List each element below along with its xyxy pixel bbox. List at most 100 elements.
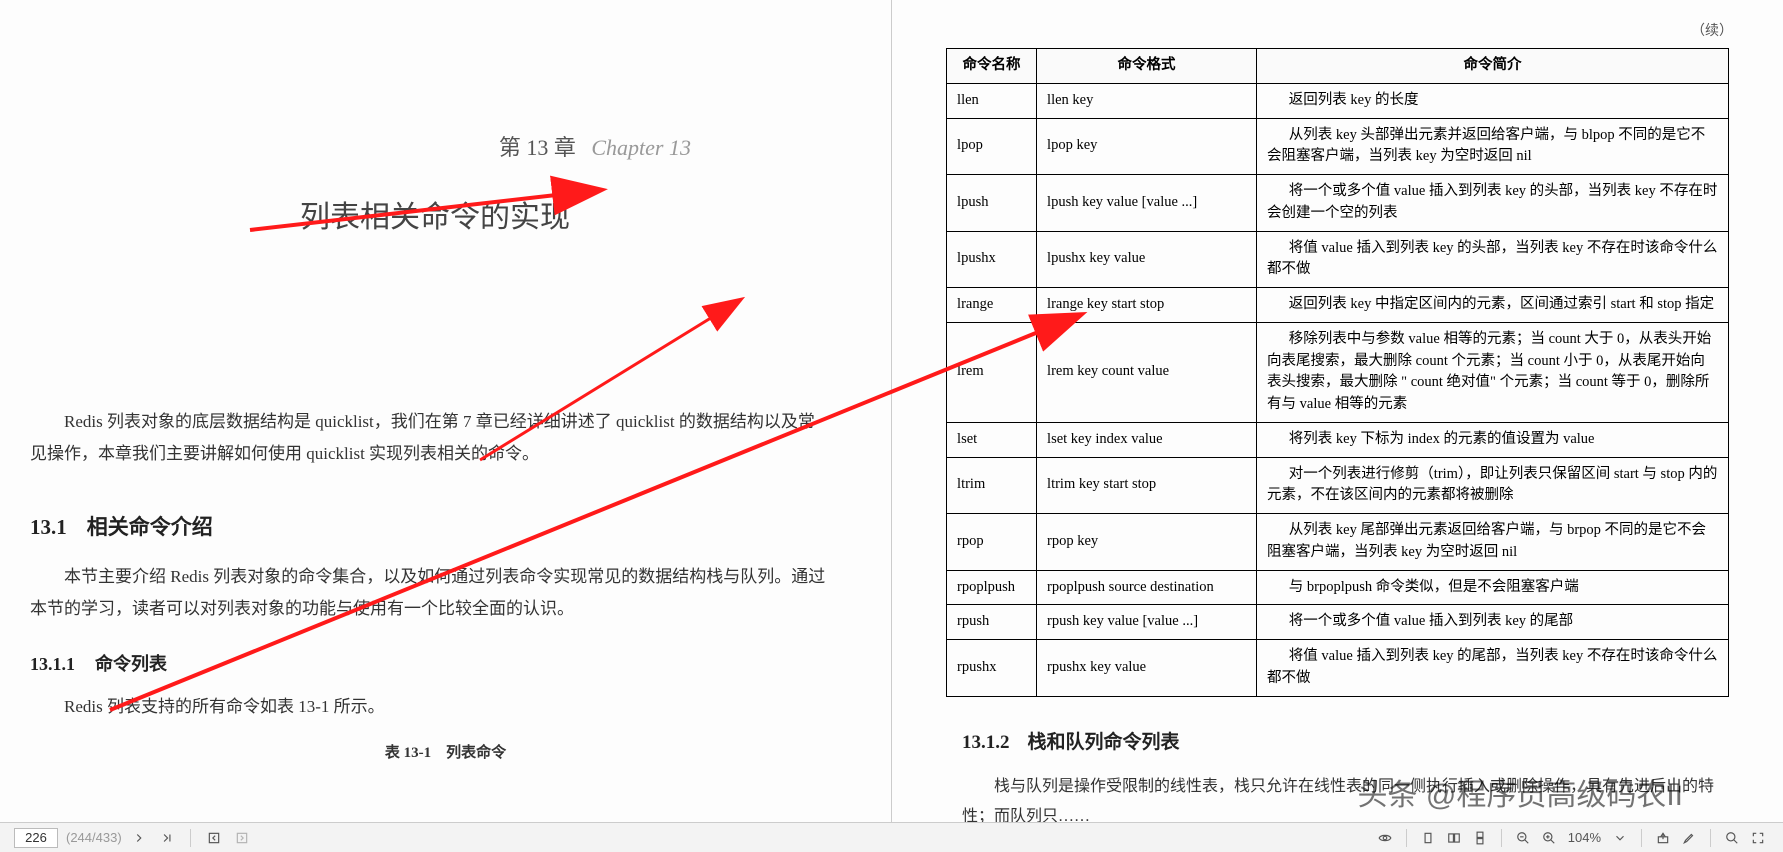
cell-format: lset key index value [1037,422,1257,457]
view-mode-button[interactable] [1374,827,1396,849]
highlight-button[interactable] [1678,827,1700,849]
chapter-header: 第 13 章 Chapter 13 列表相关命令的实现 [20,130,871,236]
subsection-title: 命令列表 [95,654,167,674]
fullscreen-button[interactable] [1747,827,1769,849]
search-button[interactable] [1721,827,1743,849]
cell-name: lrange [947,288,1037,323]
zoom-in-button[interactable] [1538,827,1560,849]
cell-desc: 从列表 key 头部弹出元素并返回给客户端，与 blpop 不同的是它不会阻塞客… [1257,118,1729,175]
table-row: lsetlset key index value将列表 key 下标为 inde… [947,422,1729,457]
subsection-heading: 13.1.1 命令列表 [30,650,871,676]
page-spread: 第 13 章 Chapter 13 列表相关命令的实现 Redis 列表对象的底… [0,0,1783,822]
toolbar: (244/433) 104% [0,822,1783,852]
cell-desc: 移除列表中与参数 value 相等的元素；当 count 大于 0，从表头开始向… [1257,322,1729,422]
table-row: rpoplpushrpoplpush source destination与 b… [947,570,1729,605]
cell-format: ltrim key start stop [1037,457,1257,514]
forward-button[interactable] [231,827,253,849]
next-page-button[interactable] [128,827,150,849]
section-heading: 13.1 相关命令介绍 [30,511,871,541]
continued-marker: （续） [912,20,1733,40]
th-name: 命令名称 [947,49,1037,84]
two-page-button[interactable] [1443,827,1465,849]
cell-format: lrem key count value [1037,322,1257,422]
cell-desc: 与 brpoplpush 命令类似，但是不会阻塞客户端 [1257,570,1729,605]
command-table: 命令名称 命令格式 命令简介 llenllen key返回列表 key 的长度l… [946,48,1729,697]
page-total: (244/433) [66,830,122,845]
table-row: llenllen key返回列表 key 的长度 [947,83,1729,118]
cell-desc: 返回列表 key 的长度 [1257,83,1729,118]
table-row: lpoplpop key从列表 key 头部弹出元素并返回给客户端，与 blpo… [947,118,1729,175]
cell-format: lrange key start stop [1037,288,1257,323]
cell-desc: 从列表 key 尾部弹出元素返回给客户端，与 brpop 不同的是它不会阻塞客户… [1257,514,1729,571]
share-button[interactable] [1652,827,1674,849]
section-number: 13.1 [30,515,67,539]
cell-desc: 将值 value 插入到列表 key 的尾部，当列表 key 不存在时该命令什么… [1257,640,1729,697]
cell-name: rpop [947,514,1037,571]
separator [1501,829,1502,847]
zoom-out-button[interactable] [1512,827,1534,849]
pdf-viewer: 厦 第 13 章 Chapter 13 列表相关命令的实现 Redis 列表对象… [0,0,1783,852]
cell-desc: 对一个列表进行修剪（trim），即让列表只保留区间 start 与 stop 内… [1257,457,1729,514]
cell-name: lset [947,422,1037,457]
table-header-row: 命令名称 命令格式 命令简介 [947,49,1729,84]
cell-name: llen [947,83,1037,118]
table-row: rpushrpush key value [value ...]将一个或多个值 … [947,605,1729,640]
page-number-input[interactable] [14,828,58,848]
cell-format: lpop key [1037,118,1257,175]
separator [190,829,191,847]
watermark: 头条 @程序员高级码农II [1358,770,1683,814]
cell-format: rpoplpush source destination [1037,570,1257,605]
back-button[interactable] [203,827,225,849]
separator [1406,829,1407,847]
cell-desc: 返回列表 key 中指定区间内的元素，区间通过索引 start 和 stop 指… [1257,288,1729,323]
zoom-dropdown[interactable] [1609,827,1631,849]
section-paragraph: 本节主要介绍 Redis 列表对象的命令集合，以及如何通过列表命令实现常见的数据… [30,561,831,626]
table-row: ltrimltrim key start stop对一个列表进行修剪（trim）… [947,457,1729,514]
cell-format: lpush key value [value ...] [1037,175,1257,232]
cell-name: rpoplpush [947,570,1037,605]
chapter-number: 第 13 章 Chapter 13 [20,130,691,162]
chapter-number-text: 第 13 章 [499,135,576,160]
th-desc: 命令简介 [1257,49,1729,84]
section-title: 相关命令介绍 [87,515,213,539]
table-row: rpushxrpushx key value将值 value 插入到列表 key… [947,640,1729,697]
table-row: rpoprpop key从列表 key 尾部弹出元素返回给客户端，与 brpop… [947,514,1729,571]
table-row: lpushlpush key value [value ...]将一个或多个值 … [947,175,1729,232]
cell-format: rpush key value [value ...] [1037,605,1257,640]
single-page-button[interactable] [1417,827,1439,849]
cell-name: rpush [947,605,1037,640]
separator [1710,829,1711,847]
cell-format: lpushx key value [1037,231,1257,288]
separator [1641,829,1642,847]
cell-format: rpushx key value [1037,640,1257,697]
cell-name: rpushx [947,640,1037,697]
intro-paragraph: Redis 列表对象的底层数据结构是 quicklist，我们在第 7 章已经详… [30,406,831,471]
cell-format: llen key [1037,83,1257,118]
toolbar-left: (244/433) [0,827,253,849]
cell-name: lpush [947,175,1037,232]
last-page-button[interactable] [156,827,178,849]
table-caption: 表 13-1 列表命令 [20,741,871,762]
cell-desc: 将一个或多个值 value 插入到列表 key 的头部，当列表 key 不存在时… [1257,175,1729,232]
right-subsection-title: 栈和队列命令列表 [1028,732,1180,753]
chapter-title: 列表相关命令的实现 [300,192,871,236]
right-subsection-heading: 13.1.2 栈和队列命令列表 [962,727,1763,754]
th-format: 命令格式 [1037,49,1257,84]
subsection-paragraph: Redis 列表支持的所有命令如表 13-1 所示。 [30,691,871,723]
cell-name: ltrim [947,457,1037,514]
zoom-level: 104% [1568,830,1601,845]
toolbar-right: 104% [1374,827,1783,849]
right-subsection-number: 13.1.2 [962,732,1010,753]
cell-name: lpushx [947,231,1037,288]
cell-desc: 将列表 key 下标为 index 的元素的值设置为 value [1257,422,1729,457]
table-row: lremlrem key count value移除列表中与参数 value 相… [947,322,1729,422]
chapter-script: Chapter 13 [591,135,691,160]
page-right: （续） 命令名称 命令格式 命令简介 llenllen key返回列表 key … [892,0,1783,822]
cell-desc: 将值 value 插入到列表 key 的头部，当列表 key 不存在时该命令什么… [1257,231,1729,288]
cell-name: lpop [947,118,1037,175]
cell-format: rpop key [1037,514,1257,571]
subsection-number: 13.1.1 [30,654,75,674]
cell-desc: 将一个或多个值 value 插入到列表 key 的尾部 [1257,605,1729,640]
cell-name: lrem [947,322,1037,422]
continuous-button[interactable] [1469,827,1491,849]
